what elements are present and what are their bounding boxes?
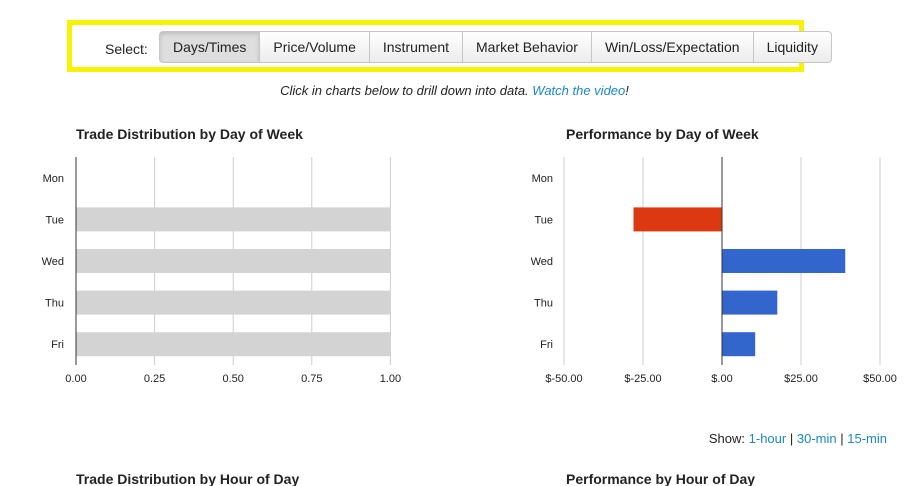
link-separator: | [840,431,844,446]
tick-label: $-25.00 [624,373,661,385]
category-label-wed: Wed [531,256,553,268]
category-label-fri: Fri [540,339,553,351]
category-label-tue: Tue [534,214,553,226]
show-label: Show: [708,431,746,446]
bar-wed[interactable] [722,249,846,273]
tick-label: $-50.00 [545,373,582,385]
bar-tue[interactable] [633,207,722,232]
bar-fri[interactable] [722,332,756,357]
one-hour-link[interactable]: 1-hour [749,431,787,446]
tick-label: $25.00 [784,373,818,385]
bar-thu[interactable] [722,290,778,315]
tick-label: $50.00 [863,373,897,385]
thirty-min-link[interactable]: 30-min [797,431,837,446]
category-label-thu: Thu [534,298,553,310]
link-separator: | [789,431,794,446]
performance-day-chart[interactable]: Mon Tue Wed Thu Fri $-50.00 $-25.00 $.00 $25.00 $… [0,0,909,486]
tick-label: $.00 [711,373,732,385]
resolution-links: Show: 1-hour | 30-min | 15-min [709,431,887,446]
category-label-mon: Mon [532,173,553,185]
fifteen-min-link[interactable]: 15-min [847,431,887,446]
